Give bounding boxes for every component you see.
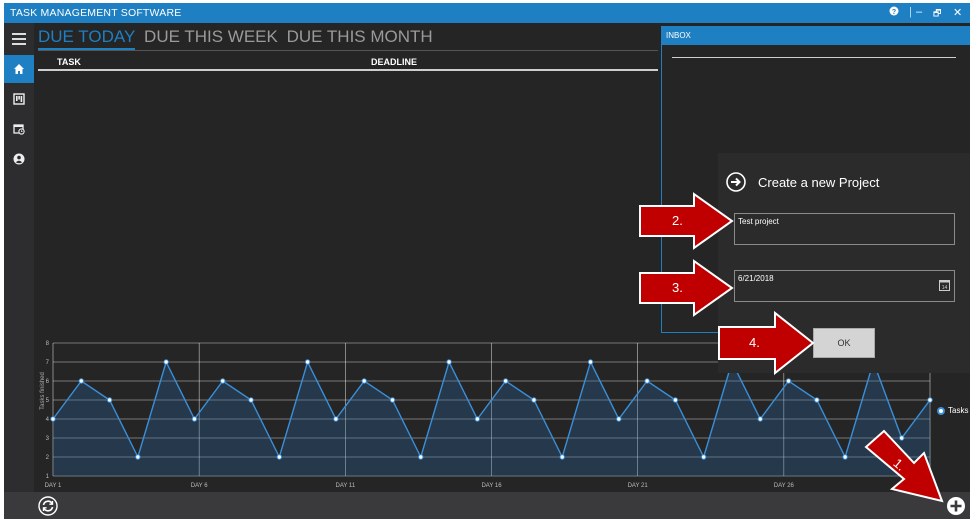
sidebar [4, 23, 34, 519]
close-button[interactable]: ✕ [953, 6, 962, 19]
inbox-divider [672, 57, 956, 58]
table-header-divider [38, 69, 658, 71]
column-header-task[interactable]: TASK [57, 57, 81, 67]
project-name-input[interactable]: Test project [734, 213, 955, 245]
minimize-button[interactable]: – [916, 6, 922, 18]
data-point [502, 378, 509, 384]
project-date-value: 6/21/2018 [738, 274, 774, 283]
project-date-picker[interactable]: 6/21/2018 14 [734, 270, 955, 302]
refresh-icon[interactable] [38, 496, 58, 516]
add-icon[interactable] [946, 496, 966, 516]
annotation-label-3: 3. [672, 280, 683, 295]
data-point [757, 416, 763, 422]
tab-due-this-month[interactable]: DUE THIS MONTH [287, 27, 433, 48]
annotation-step-4: 4. [717, 310, 815, 381]
y-tick-label: 5 [46, 398, 50, 404]
data-point [220, 378, 226, 384]
hamburger-icon [12, 33, 26, 45]
menu-button[interactable] [4, 25, 34, 53]
data-point [842, 454, 848, 460]
title-divider: | [909, 6, 912, 18]
sidebar-item-account[interactable] [4, 145, 34, 173]
annotation-step-1: 1. [862, 425, 946, 510]
y-tick-label: 8 [46, 341, 50, 347]
calendar-icon[interactable]: 14 [939, 279, 950, 291]
data-point [106, 397, 113, 403]
tabs-divider [38, 50, 658, 51]
x-tick-label: DAY 6 [191, 483, 208, 489]
bottom-bar [4, 492, 970, 519]
data-point [248, 397, 254, 403]
legend-label: Tasks [948, 406, 969, 415]
help-icon[interactable]: ? [889, 6, 899, 19]
inbox-title: INBOX [662, 27, 970, 45]
data-point [531, 397, 537, 403]
column-header-deadline[interactable]: DEADLINE [371, 57, 417, 67]
y-tick-label: 4 [46, 417, 50, 423]
data-point [361, 378, 367, 384]
home-icon [14, 64, 24, 74]
annotation-label-2: 2. [672, 213, 683, 228]
kanban-icon [13, 93, 25, 105]
annotation-step-2: 2. [638, 191, 734, 256]
data-point [672, 397, 679, 403]
data-point [78, 378, 84, 384]
data-point [927, 397, 933, 403]
y-tick-label: 1 [46, 474, 50, 480]
user-icon [13, 153, 25, 165]
data-point [135, 454, 141, 460]
due-tabs: DUE TODAY DUE THIS WEEK DUE THIS MONTH [38, 27, 437, 50]
data-point [276, 454, 283, 460]
x-tick-label: DAY 26 [774, 483, 795, 489]
data-point [418, 454, 424, 460]
sidebar-item-home[interactable] [4, 55, 34, 83]
data-point [163, 359, 169, 365]
calendar-clock-icon [13, 124, 25, 135]
data-point [559, 454, 565, 460]
sidebar-item-calendar[interactable] [4, 115, 34, 143]
restore-button[interactable]: 🗗 [933, 6, 941, 22]
data-point [446, 359, 452, 365]
create-project-title: Create a new Project [758, 175, 880, 190]
app-window: TASK MANAGEMENT SOFTWARE ? | – 🗗 ✕ DUE T… [4, 3, 970, 519]
svg-text:14: 14 [942, 285, 948, 291]
data-point [304, 359, 311, 365]
y-tick-label: 6 [46, 379, 50, 385]
title-bar: TASK MANAGEMENT SOFTWARE ? | – 🗗 ✕ [4, 3, 970, 23]
tab-due-today[interactable]: DUE TODAY [38, 27, 136, 50]
data-point [644, 378, 650, 384]
data-point [389, 397, 396, 403]
y-tick-label: 2 [46, 455, 50, 461]
data-point [474, 416, 481, 422]
data-point [587, 359, 594, 365]
data-point [814, 397, 820, 403]
data-point [191, 416, 198, 422]
tab-due-this-week[interactable]: DUE THIS WEEK [144, 27, 278, 48]
project-name-value: Test project [738, 217, 779, 226]
data-point [333, 416, 339, 422]
legend-marker [937, 406, 945, 415]
y-axis-label: Tasks finished [40, 372, 46, 410]
x-tick-label: DAY 21 [628, 483, 649, 489]
x-tick-label: DAY 11 [335, 483, 355, 489]
annotation-label-4: 4. [749, 335, 760, 350]
x-tick-label: DAY 16 [481, 483, 502, 489]
y-tick-label: 3 [46, 436, 50, 442]
svg-text:?: ? [892, 9, 896, 16]
chart-legend[interactable]: Tasks [937, 406, 968, 415]
arrow-right-circle-icon[interactable] [726, 172, 746, 192]
data-point [700, 454, 707, 460]
x-tick-label: DAY 1 [45, 483, 62, 489]
ok-button[interactable]: OK [813, 328, 875, 358]
sidebar-item-kanban[interactable] [4, 85, 34, 113]
app-title: TASK MANAGEMENT SOFTWARE [10, 7, 182, 19]
y-tick-label: 7 [46, 360, 50, 366]
data-point [616, 416, 622, 422]
data-point [50, 416, 56, 422]
